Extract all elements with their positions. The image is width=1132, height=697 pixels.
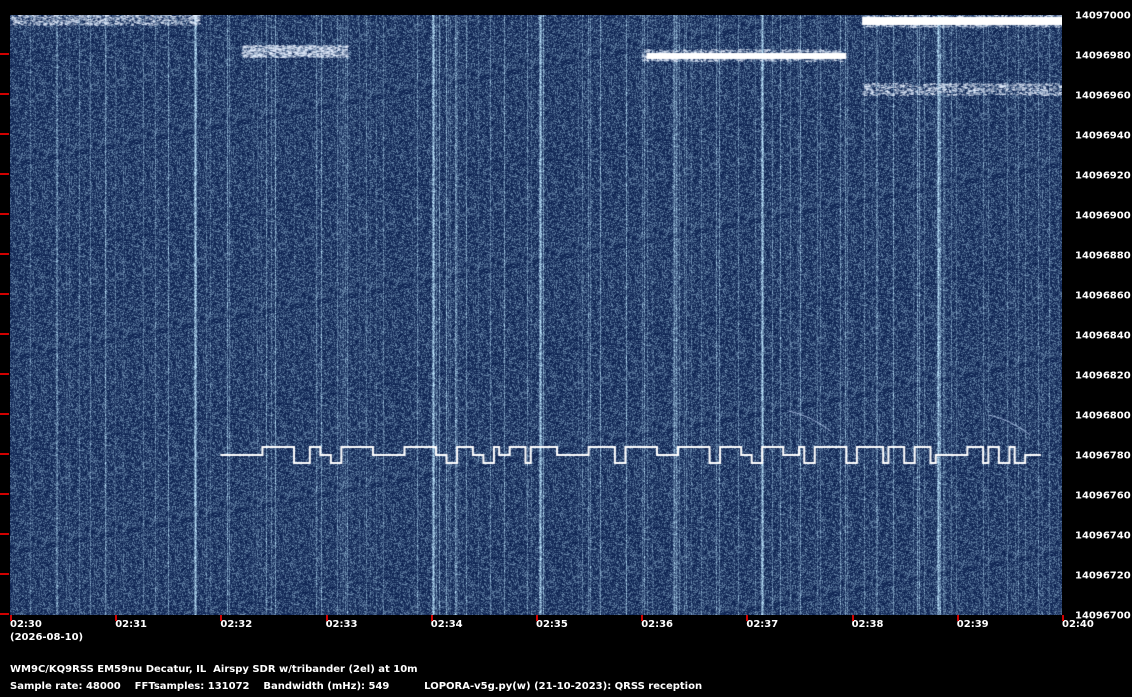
frequency-tick-mark [0,453,9,455]
frequency-tick-mark [0,93,9,95]
time-tick-label: 02:37 [746,619,779,630]
time-tick-label: 02:38 [851,619,884,630]
time-tick-label: 02:39 [956,619,989,630]
time-tick-label: 02:40 [1062,619,1094,630]
frequency-tick-label: 14096860 [1075,290,1131,302]
frequency-tick-label: 14096980 [1075,50,1131,62]
frequency-tick-label: 14096760 [1075,490,1131,502]
time-tick-mark [220,615,223,621]
station-info: WM9C/KQ9RSS EM59nu Decatur, IL Airspy SD… [10,664,418,675]
frequency-tick-label: 14096740 [1075,530,1131,542]
frequency-tick-label: 14096960 [1075,90,1131,102]
time-tick-label: 02:32 [220,619,253,630]
time-tick-mark [10,615,12,621]
frequency-tick-mark [0,373,9,375]
time-tick-mark [851,615,854,621]
time-tick-label: 02:34 [430,619,463,630]
time-tick-label: 02:33 [325,619,358,630]
frequency-tick-mark [0,413,9,415]
frequency-tick-mark [0,53,9,55]
frequency-tick-mark [0,253,9,255]
frequency-tick-label: 14096920 [1075,170,1131,182]
time-tick-mark [325,615,328,621]
frequency-tick-label: 14096800 [1075,410,1131,422]
time-tick-mark [641,615,644,621]
time-tick-mark [746,615,749,621]
frequency-tick-label: 14096720 [1075,570,1131,582]
frequency-tick-mark [0,293,9,295]
time-tick-mark [536,615,538,621]
time-tick-label: 02:31 [115,619,148,630]
frequency-tick-label: 14097000 [1075,10,1131,22]
time-tick-mark [115,615,118,621]
frequency-tick-mark [0,493,9,495]
date-label: (2026-08-10) [10,632,84,643]
waterfall-spectrogram [10,15,1062,615]
frequency-tick-label: 14096940 [1075,130,1131,142]
time-tick-label: 02:36 [641,619,674,630]
capture-settings: Sample rate: 48000 FFTsamples: 131072 Ba… [10,681,703,692]
frequency-tick-label: 14096880 [1075,250,1131,262]
frequency-tick-label: 14096820 [1075,370,1131,382]
time-tick-label: 02:30 [10,619,42,630]
frequency-tick-mark [0,213,9,215]
frequency-tick-label: 14096840 [1075,330,1131,342]
time-tick-mark [430,615,433,621]
time-tick-mark [956,615,959,621]
frequency-tick-mark [0,613,9,615]
frequency-tick-mark [0,133,9,135]
frequency-tick-label: 14096780 [1075,450,1131,462]
frequency-tick-mark [0,533,9,535]
time-tick-label: 02:35 [536,619,568,630]
time-tick-mark [1062,615,1064,621]
frequency-tick-mark [0,173,9,175]
frequency-tick-label: 14096900 [1075,210,1131,222]
frequency-tick-mark [0,573,9,575]
frequency-tick-mark [0,333,9,335]
